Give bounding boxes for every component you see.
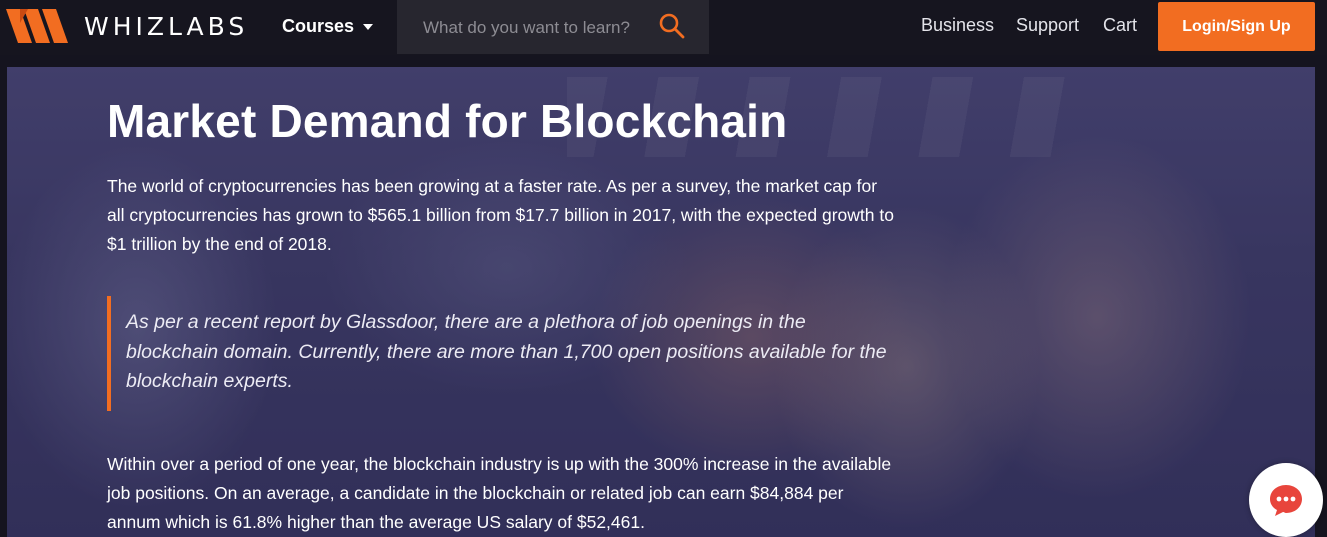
logo[interactable]: WHIZLABS	[6, 9, 248, 43]
nav-business-link[interactable]: Business	[921, 15, 994, 36]
logo-mark-icon	[6, 9, 68, 43]
logo-text: WHIZLABS	[84, 11, 249, 41]
search-box	[397, 0, 709, 54]
search-input[interactable]	[421, 15, 653, 41]
courses-menu[interactable]: Courses	[282, 16, 374, 37]
login-signup-button[interactable]: Login/Sign Up	[1158, 2, 1315, 51]
caret-down-icon	[363, 23, 374, 30]
quote-text: As per a recent report by Glassdoor, the…	[126, 311, 887, 392]
top-navbar: WHIZLABS Courses Business Support Cart L…	[0, 0, 1327, 55]
chat-button[interactable]	[1249, 463, 1323, 537]
intro-paragraph: The world of cryptocurrencies has been g…	[107, 176, 894, 254]
blockquote: As per a recent report by Glassdoor, the…	[107, 296, 901, 411]
hero-section: Market Demand for Blockchain The world o…	[7, 67, 1315, 537]
nav-cart-link[interactable]: Cart	[1103, 15, 1137, 36]
salary-paragraph: Within over a period of one year, the bl…	[107, 454, 892, 532]
courses-label: Courses	[282, 16, 355, 36]
page-title: Market Demand for Blockchain	[107, 95, 788, 147]
nav-support-link[interactable]: Support	[1016, 15, 1079, 36]
search-icon[interactable]	[659, 13, 685, 39]
chat-icon	[1270, 485, 1302, 516]
